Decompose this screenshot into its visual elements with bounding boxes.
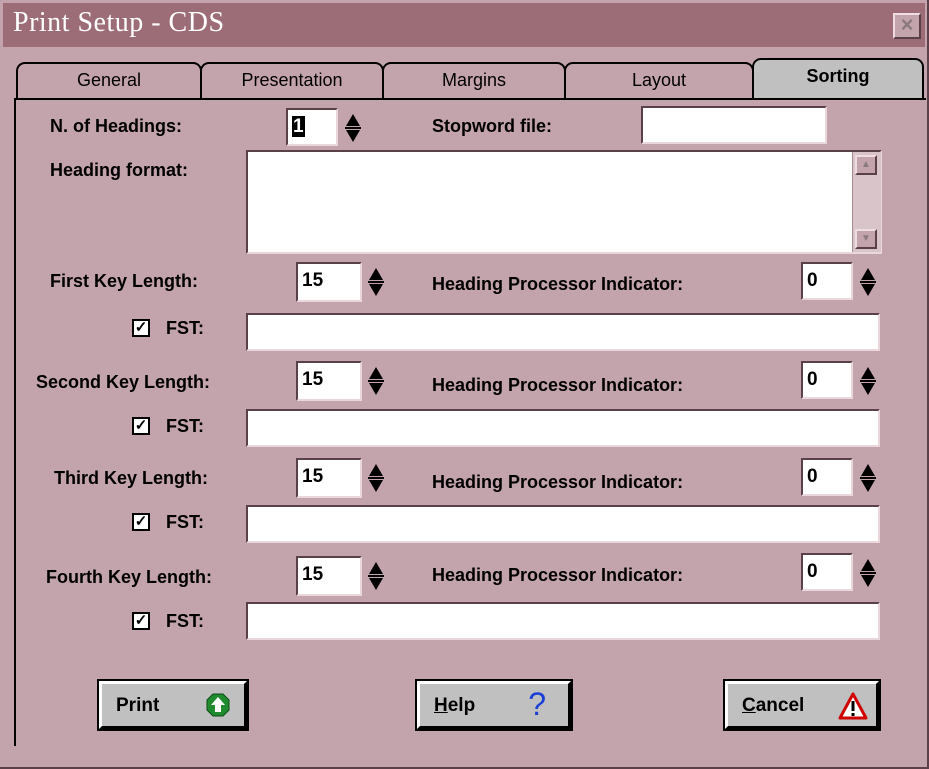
num-headings-value: 1: [292, 116, 305, 137]
first-fst-input[interactable]: [246, 313, 880, 351]
cancel-rest: ancel: [755, 695, 805, 716]
second-hpi-input[interactable]: 0: [801, 361, 853, 399]
second-hpi-label: Heading Processor Indicator:: [432, 375, 684, 395]
first-key-length-input[interactable]: 15: [296, 262, 362, 302]
third-fst-label: FST:: [166, 512, 204, 532]
fourth-fst-input[interactable]: [246, 602, 880, 640]
help-mnemonic: H: [434, 695, 448, 716]
second-key-length-spinner[interactable]: [366, 363, 386, 399]
tab-presentation[interactable]: Presentation: [200, 62, 384, 98]
close-button[interactable]: ×: [893, 13, 921, 39]
cancel-button-label: Cancel: [742, 695, 804, 717]
help-button-label: Help: [434, 695, 475, 717]
fourth-fst-label: FST:: [166, 611, 204, 631]
second-key-length-input[interactable]: 15: [296, 361, 362, 401]
scroll-down-icon[interactable]: ▼: [855, 229, 877, 249]
num-headings-spinner[interactable]: [343, 110, 363, 146]
heading-format-textarea[interactable]: [246, 150, 882, 254]
warning-triangle-icon: [838, 692, 868, 726]
first-fst-label: FST:: [166, 318, 204, 338]
first-hpi-input[interactable]: 0: [801, 262, 853, 300]
cancel-mnemonic: C: [742, 695, 756, 716]
help-rest: elp: [447, 695, 476, 716]
first-fst-checkbox[interactable]: ✓: [132, 319, 150, 337]
green-up-arrow-icon: [206, 693, 230, 723]
window-title: Print Setup - CDS: [13, 7, 225, 38]
stopword-label: Stopword file:: [432, 116, 552, 136]
third-hpi-label: Heading Processor Indicator:: [432, 472, 684, 492]
heading-format-label: Heading format:: [50, 160, 189, 180]
first-key-length-label: First Key Length:: [50, 271, 199, 291]
first-hpi-label: Heading Processor Indicator:: [432, 274, 684, 294]
third-key-length-input[interactable]: 15: [296, 458, 362, 498]
tab-margins[interactable]: Margins: [382, 62, 566, 98]
fourth-hpi-input[interactable]: 0: [801, 553, 853, 591]
third-hpi-spinner[interactable]: [858, 460, 878, 496]
cancel-button[interactable]: Cancel: [725, 681, 879, 729]
third-fst-input[interactable]: [246, 505, 880, 543]
fourth-hpi-spinner[interactable]: [858, 555, 878, 591]
second-fst-label: FST:: [166, 416, 204, 436]
stopword-input[interactable]: [641, 106, 827, 144]
tab-sorting[interactable]: Sorting: [752, 58, 924, 100]
title-bar[interactable]: Print Setup - CDS ×: [3, 3, 925, 47]
blue-question-icon: ?: [528, 686, 546, 722]
num-headings-input[interactable]: 1: [286, 108, 338, 146]
third-key-length-spinner[interactable]: [366, 460, 386, 496]
heading-format-scrollbar[interactable]: ▲ ▼: [852, 152, 881, 252]
first-hpi-spinner[interactable]: [858, 264, 878, 300]
first-key-length-spinner[interactable]: [366, 264, 386, 300]
third-hpi-input[interactable]: 0: [801, 458, 853, 496]
fourth-fst-checkbox[interactable]: ✓: [132, 612, 150, 630]
second-fst-input[interactable]: [246, 409, 880, 447]
fourth-key-length-input[interactable]: 15: [296, 556, 362, 596]
fourth-key-length-spinner[interactable]: [366, 558, 386, 594]
second-fst-checkbox[interactable]: ✓: [132, 417, 150, 435]
third-key-length-label: Third Key Length:: [54, 468, 208, 488]
fourth-hpi-label: Heading Processor Indicator:: [432, 565, 684, 585]
help-button[interactable]: Help ?: [417, 681, 571, 729]
print-button[interactable]: Print: [99, 681, 247, 729]
third-fst-checkbox[interactable]: ✓: [132, 513, 150, 531]
fourth-key-length-label: Fourth Key Length:: [46, 567, 212, 587]
tab-layout[interactable]: Layout: [564, 62, 754, 98]
scroll-up-icon[interactable]: ▲: [855, 155, 877, 175]
print-button-label: Print: [116, 695, 160, 716]
print-setup-dialog: Print Setup - CDS × General Presentation…: [0, 0, 929, 769]
num-headings-label: N. of Headings:: [50, 116, 183, 136]
second-key-length-label: Second Key Length:: [36, 372, 211, 392]
tab-general[interactable]: General: [16, 62, 202, 98]
second-hpi-spinner[interactable]: [858, 363, 878, 399]
